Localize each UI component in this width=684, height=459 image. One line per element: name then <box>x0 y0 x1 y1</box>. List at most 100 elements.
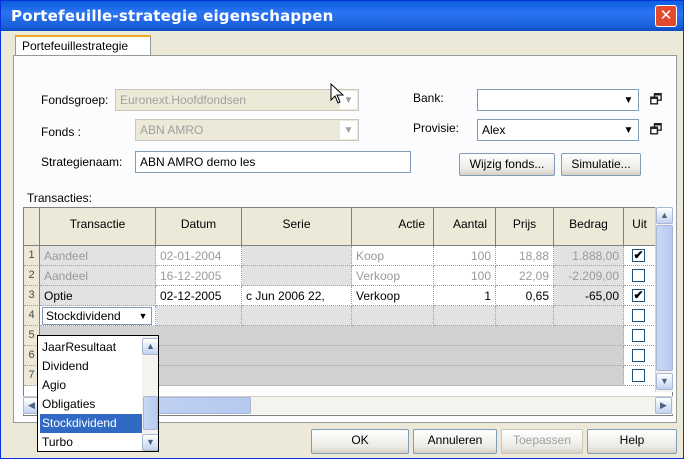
scroll-down-icon[interactable]: ▼ <box>656 373 673 390</box>
dropdown-scroll-thumb[interactable] <box>143 396 158 430</box>
table-cell[interactable] <box>156 306 242 326</box>
column-header[interactable]: Bedrag <box>554 208 624 246</box>
properties-dialog: Portefeuille-strategie eigenschappen ✕ P… <box>0 0 684 459</box>
strategienaam-label: Strategienaam: <box>41 155 123 169</box>
table-cell[interactable]: Aandeel <box>40 266 156 286</box>
table-cell[interactable] <box>242 306 352 326</box>
table-cell[interactable]: 0,65 <box>496 286 554 306</box>
fondsgroep-value: Euronext.Hoofdfondsen <box>120 93 247 107</box>
strategienaam-input[interactable]: ABN AMRO demo les <box>135 151 411 173</box>
bank-combo[interactable]: ▼ <box>477 89 639 111</box>
row-header-corner <box>24 208 40 246</box>
uit-checkbox[interactable]: ✔ <box>632 249 645 262</box>
uit-checkbox[interactable] <box>632 349 645 362</box>
window-title: Portefeuille-strategie eigenschappen <box>11 7 334 25</box>
wijzig-fonds-button[interactable]: Wijzig fonds... <box>459 153 555 176</box>
table-cell: ✔ <box>624 286 656 306</box>
annuleren-button[interactable]: Annuleren <box>413 429 497 454</box>
scroll-up-icon[interactable]: ▲ <box>142 338 158 355</box>
column-header[interactable]: Datum <box>156 208 242 246</box>
table-cell[interactable]: 16-12-2005 <box>156 266 242 286</box>
table-cell[interactable]: Optie <box>40 286 156 306</box>
table-cell <box>624 346 656 366</box>
help-button[interactable]: Help <box>587 429 677 454</box>
provisie-label: Provisie: <box>413 121 460 135</box>
scroll-right-icon[interactable]: ▶ <box>655 397 672 414</box>
table-cell[interactable]: 02-12-2005 <box>156 286 242 306</box>
column-header[interactable]: Serie <box>242 208 352 246</box>
scroll-up-icon[interactable]: ▲ <box>656 207 673 224</box>
column-header[interactable]: Actie <box>352 208 434 246</box>
chevron-down-icon[interactable]: ▼ <box>620 121 637 139</box>
properties-icon[interactable]: 🗗 <box>647 121 665 139</box>
chevron-down-icon[interactable]: ▼ <box>136 309 150 323</box>
table-cell[interactable]: 100 <box>434 266 496 286</box>
uit-checkbox[interactable] <box>632 369 645 382</box>
table-cell: ✔ <box>624 246 656 266</box>
fonds-label: Fonds : <box>41 125 82 139</box>
table-cell <box>624 326 656 346</box>
dropdown-option[interactable]: Turbo <box>40 433 144 451</box>
table-cell[interactable]: Verkoop <box>352 286 434 306</box>
vertical-scroll-thumb[interactable] <box>656 225 673 371</box>
ok-button[interactable]: OK <box>311 429 409 454</box>
table-cell[interactable] <box>434 306 496 326</box>
table-cell[interactable]: c Jun 2006 22, <box>242 286 352 306</box>
close-button[interactable]: ✕ <box>655 5 677 27</box>
simulatie-button[interactable]: Simulatie... <box>561 153 641 176</box>
scroll-down-icon[interactable]: ▼ <box>142 434 158 451</box>
table-cell[interactable] <box>352 306 434 326</box>
table-cell[interactable] <box>554 306 624 326</box>
column-header[interactable]: Uit <box>624 208 656 246</box>
table-cell[interactable]: 22,09 <box>496 266 554 286</box>
fonds-value: ABN AMRO <box>140 123 204 137</box>
transactie-combo-value: Stockdividend <box>46 309 121 323</box>
column-header[interactable]: Aantal <box>434 208 496 246</box>
title-bar[interactable]: Portefeuille-strategie eigenschappen ✕ <box>1 1 683 31</box>
table-cell[interactable]: 18,88 <box>496 246 554 266</box>
table-cell <box>624 266 656 286</box>
table-cell[interactable]: Verkoop <box>352 266 434 286</box>
table-cell[interactable]: 1.888,00 <box>554 246 624 266</box>
table-cell[interactable]: 02-01-2004 <box>156 246 242 266</box>
fondsgroep-label: Fondsgroep: <box>41 93 109 107</box>
dropdown-option[interactable]: Agio <box>40 376 144 395</box>
uit-checkbox[interactable] <box>632 329 645 342</box>
column-header[interactable]: Transactie <box>40 208 156 246</box>
table-cell[interactable]: Koop <box>352 246 434 266</box>
toepassen-button[interactable]: Toepassen <box>501 429 583 454</box>
vertical-scrollbar[interactable]: ▲ ▼ <box>655 207 673 392</box>
fondsgroep-combo: Euronext.Hoofdfondsen ▼ <box>115 89 359 111</box>
uit-checkbox[interactable] <box>632 269 645 282</box>
table-cell[interactable]: Aandeel <box>40 246 156 266</box>
row-number[interactable]: 1 <box>24 246 40 266</box>
column-header[interactable]: Prijs <box>496 208 554 246</box>
dropdown-option[interactable]: Dividend <box>40 357 144 376</box>
transactie-combo[interactable]: Stockdividend ▼ <box>40 306 156 326</box>
row-number[interactable]: 4 <box>24 306 40 326</box>
table-cell[interactable] <box>242 246 352 266</box>
uit-checkbox[interactable] <box>632 309 645 322</box>
table-cell[interactable] <box>496 306 554 326</box>
row-number[interactable]: 2 <box>24 266 40 286</box>
row-number[interactable]: 3 <box>24 286 40 306</box>
chevron-down-icon: ▼ <box>340 121 357 139</box>
table-cell[interactable] <box>242 266 352 286</box>
transacties-label: Transacties: <box>27 191 92 205</box>
strategienaam-value: ABN AMRO demo les <box>140 155 256 169</box>
tab-portefeuillestrategie[interactable]: Portefeuillestrategie <box>15 35 151 56</box>
properties-icon[interactable]: 🗗 <box>647 91 665 109</box>
dropdown-option-selected[interactable]: Stockdividend <box>40 414 144 433</box>
chevron-down-icon[interactable]: ▼ <box>620 91 637 109</box>
dropdown-scrollbar[interactable]: ▲ ▼ <box>142 336 158 451</box>
provisie-combo[interactable]: Alex ▼ <box>477 119 639 141</box>
table-cell[interactable]: -65,00 <box>554 286 624 306</box>
table-cell[interactable]: 100 <box>434 246 496 266</box>
uit-checkbox[interactable]: ✔ <box>632 289 645 302</box>
table-cell[interactable]: -2.209,00 <box>554 266 624 286</box>
bank-label: Bank: <box>413 91 444 105</box>
transactie-dropdown-list: JaarResultaat Dividend Agio Obligaties S… <box>37 335 159 452</box>
table-cell[interactable]: 1 <box>434 286 496 306</box>
dropdown-option[interactable]: JaarResultaat <box>40 338 144 357</box>
dropdown-option[interactable]: Obligaties <box>40 395 144 414</box>
